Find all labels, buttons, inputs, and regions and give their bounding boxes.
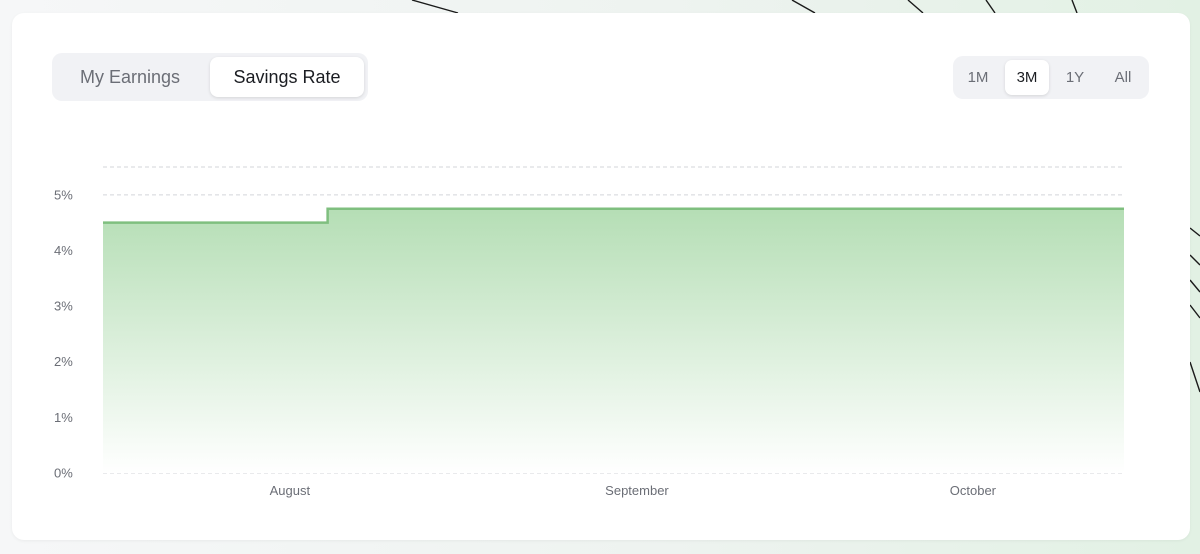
y-tick-label: 2% — [54, 354, 73, 369]
y-tick-label: 3% — [54, 299, 73, 314]
x-tick-label: August — [270, 483, 311, 498]
y-tick-label: 1% — [54, 410, 73, 425]
y-tick-label: 4% — [54, 243, 73, 258]
savings-rate-chart: 0% 1% 2% 3% 4% 5% August September October — [54, 166, 1124, 498]
savings-card: My Earnings Savings Rate 1M 3M 1Y All 0%… — [12, 13, 1190, 540]
x-tick-label: October — [950, 483, 997, 498]
y-axis-labels: 0% 1% 2% 3% 4% 5% — [54, 187, 73, 480]
y-tick-label: 5% — [54, 187, 73, 202]
savings-rate-area — [103, 208, 1124, 473]
x-axis-labels: August September October — [270, 483, 997, 498]
y-tick-label: 0% — [54, 466, 73, 481]
x-tick-label: September — [605, 483, 669, 498]
